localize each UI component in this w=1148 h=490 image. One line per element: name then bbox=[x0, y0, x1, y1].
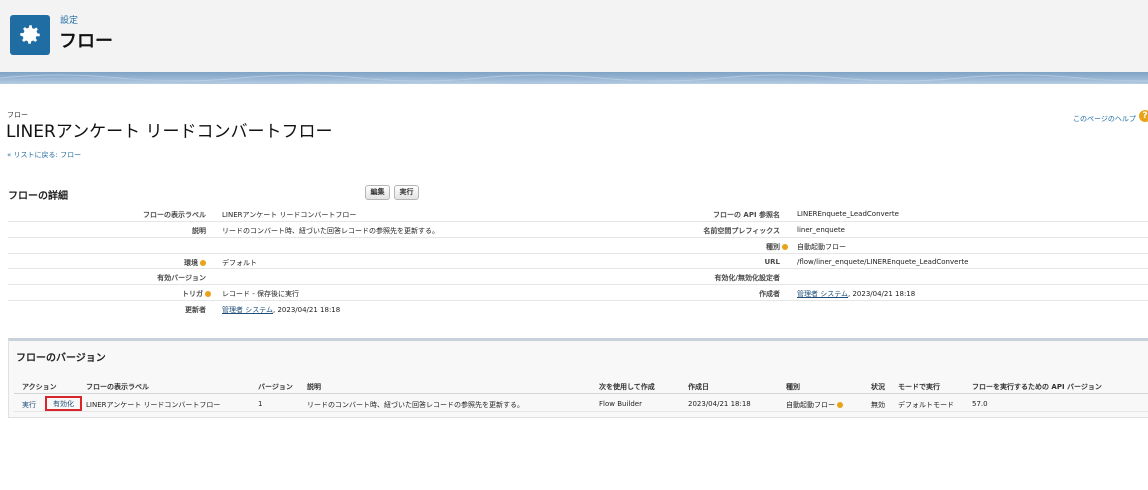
column-header: 作成日 bbox=[688, 383, 709, 391]
version-api-version: 57.0 bbox=[972, 400, 988, 408]
version-label: LINERアンケート リードコンバートフロー bbox=[86, 401, 221, 409]
trigger-value: レコード - 保存後に実行 bbox=[222, 290, 299, 298]
namespace-label: 名前空間プレフィックス bbox=[703, 227, 780, 235]
run-button[interactable]: 実行 bbox=[394, 185, 419, 200]
divider bbox=[8, 221, 1148, 222]
info-icon[interactable] bbox=[782, 244, 788, 250]
column-header: 種別 bbox=[786, 383, 800, 391]
column-header: 状況 bbox=[871, 383, 885, 391]
edit-button[interactable]: 編集 bbox=[365, 185, 390, 200]
divider bbox=[14, 393, 1148, 394]
version-type: 自動起動フロー bbox=[786, 400, 843, 410]
column-header: 説明 bbox=[307, 383, 321, 391]
flow-label-label: フローの表示ラベル bbox=[143, 211, 206, 219]
environment-label: 環境 bbox=[110, 258, 206, 268]
page-header: 設定 フロー bbox=[0, 0, 1148, 72]
version-number: 1 bbox=[258, 400, 263, 408]
info-icon[interactable] bbox=[200, 260, 206, 266]
namespace-value: liner_enquete bbox=[797, 226, 845, 234]
user-link[interactable]: 管理者 システム bbox=[797, 290, 848, 298]
detail-section-heading: フローの詳細 bbox=[8, 191, 68, 202]
api-name-value: LINEREnquete_LeadConverte bbox=[797, 210, 899, 218]
divider bbox=[8, 268, 1148, 269]
updated-by-label: 更新者 bbox=[185, 306, 206, 314]
version-built-with: Flow Builder bbox=[599, 400, 642, 408]
info-icon[interactable] bbox=[205, 291, 211, 297]
divider bbox=[8, 237, 1148, 238]
created-by-label: 作成者 bbox=[759, 290, 780, 298]
description-label: 説明 bbox=[192, 227, 206, 235]
type-value: 自動起動フロー bbox=[797, 243, 846, 251]
divider bbox=[14, 411, 1148, 412]
version-run-mode: デフォルトモード bbox=[898, 401, 954, 409]
gear-icon bbox=[10, 15, 50, 55]
url-label: URL bbox=[764, 258, 780, 266]
flow-label-value: LINERアンケート リードコンバートフロー bbox=[222, 211, 357, 219]
created-by-value: 管理者 システム, 2023/04/21 18:18 bbox=[797, 290, 916, 298]
column-header: バージョン bbox=[258, 383, 293, 391]
environment-value: デフォルト bbox=[222, 259, 257, 267]
version-created: 2023/04/21 18:18 bbox=[688, 400, 751, 408]
header-divider bbox=[0, 72, 1148, 84]
run-version-link[interactable]: 実行 bbox=[22, 400, 36, 410]
version-description: リードのコンバート時、紐づいた回答レコードの参照先を更新する。 bbox=[307, 401, 524, 409]
updated-by-value: 管理者 システム, 2023/04/21 18:18 bbox=[222, 306, 341, 314]
activate-version-link[interactable]: 有効化 bbox=[45, 396, 82, 411]
column-header: アクション bbox=[22, 383, 57, 391]
column-header: フローの表示ラベル bbox=[86, 383, 149, 391]
page-title: フロー bbox=[59, 31, 113, 52]
breadcrumb[interactable]: 設定 bbox=[60, 13, 78, 26]
help-link[interactable]: このページのヘルプ bbox=[1073, 114, 1136, 124]
divider bbox=[8, 253, 1148, 254]
record-title: LINERアンケート リードコンバートフロー bbox=[6, 122, 333, 142]
trigger-label: トリガ bbox=[110, 289, 211, 299]
type-label: 種別 bbox=[640, 242, 788, 252]
version-status: 無効 bbox=[871, 401, 885, 409]
activation-setter-label: 有効化/無効化設定者 bbox=[714, 274, 780, 282]
user-link[interactable]: 管理者 システム bbox=[222, 306, 273, 314]
url-value: /flow/liner_enquete/LINEREnquete_LeadCon… bbox=[797, 258, 969, 266]
divider bbox=[8, 300, 1148, 301]
help-icon[interactable]: ? bbox=[1139, 110, 1148, 122]
divider bbox=[8, 284, 1148, 285]
column-header: 次を使用して作成 bbox=[599, 383, 655, 391]
info-icon[interactable] bbox=[837, 402, 843, 408]
column-header: フローを実行するための API バージョン bbox=[972, 383, 1102, 391]
description-value: リードのコンバート時、紐づいた回答レコードの参照先を更新する。 bbox=[222, 227, 439, 235]
api-name-label: フローの API 参照名 bbox=[712, 211, 780, 219]
back-to-list-link[interactable]: « リストに戻る: フロー bbox=[7, 150, 81, 160]
versions-heading: フローのバージョン bbox=[16, 353, 106, 364]
active-version-label: 有効バージョン bbox=[157, 274, 206, 282]
column-header: モードで実行 bbox=[898, 383, 940, 391]
